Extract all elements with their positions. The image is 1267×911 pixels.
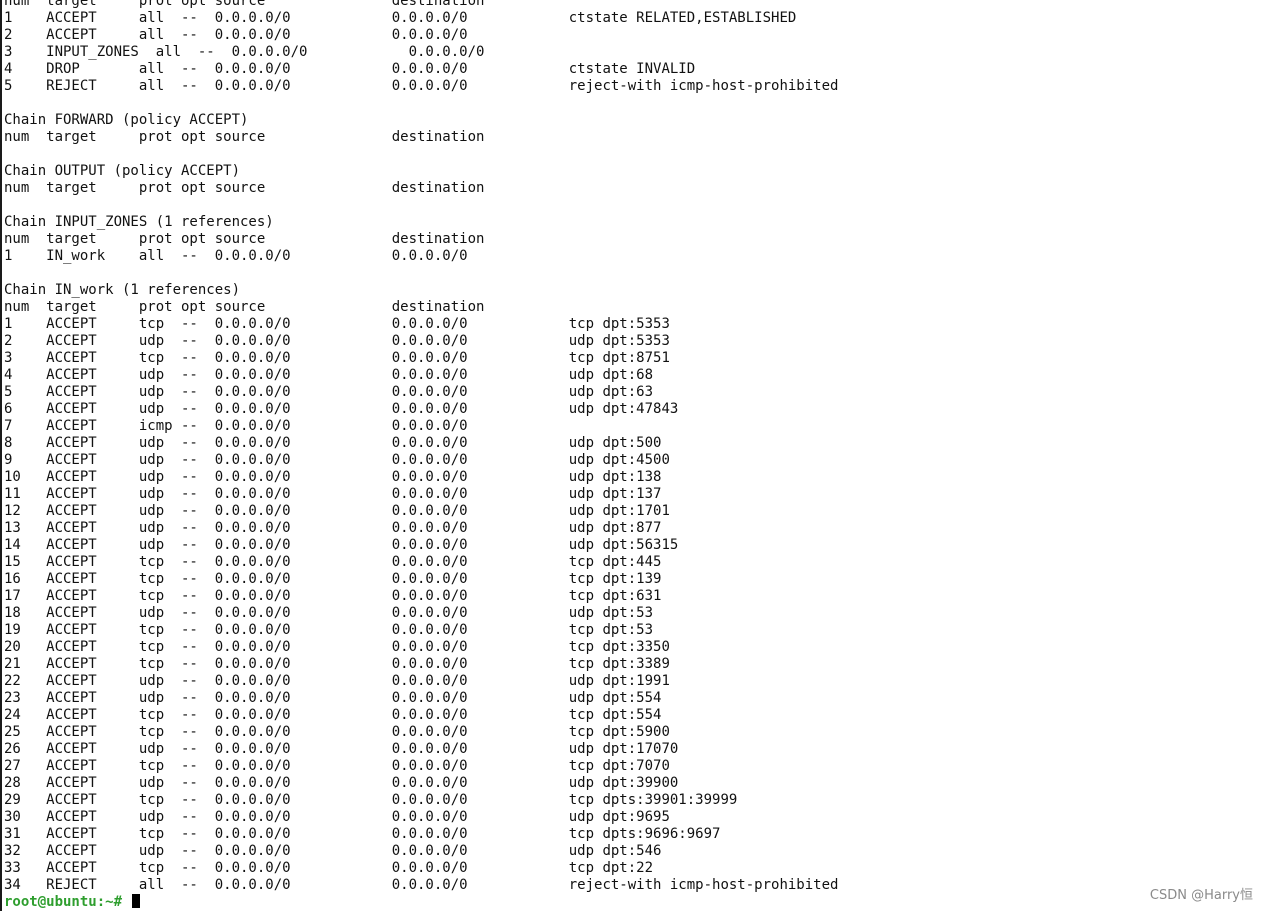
terminal-line: 2 ACCEPT udp -- 0.0.0.0/0 0.0.0.0/0 udp …: [4, 333, 670, 349]
terminal-line: 14 ACCEPT udp -- 0.0.0.0/0 0.0.0.0/0 udp…: [4, 537, 679, 553]
terminal-line: num target prot opt source destination: [4, 0, 485, 9]
terminal-line: 5 REJECT all -- 0.0.0.0/0 0.0.0.0/0 reje…: [4, 78, 839, 94]
terminal-output: num target prot opt source destination 1 …: [4, 0, 838, 911]
terminal-line: 4 ACCEPT udp -- 0.0.0.0/0 0.0.0.0/0 udp …: [4, 367, 654, 383]
terminal-line: 1 ACCEPT tcp -- 0.0.0.0/0 0.0.0.0/0 tcp …: [4, 316, 670, 332]
terminal-line: 8 ACCEPT udp -- 0.0.0.0/0 0.0.0.0/0 udp …: [4, 435, 662, 451]
terminal-line: num target prot opt source destination: [4, 180, 485, 196]
terminal-line: 30 ACCEPT udp -- 0.0.0.0/0 0.0.0.0/0 udp…: [4, 809, 670, 825]
terminal-line: 6 ACCEPT udp -- 0.0.0.0/0 0.0.0.0/0 udp …: [4, 401, 679, 417]
terminal-line: 19 ACCEPT tcp -- 0.0.0.0/0 0.0.0.0/0 tcp…: [4, 622, 654, 638]
terminal-line: 9 ACCEPT udp -- 0.0.0.0/0 0.0.0.0/0 udp …: [4, 452, 670, 468]
text-cursor: [132, 894, 141, 908]
terminal-line: 23 ACCEPT udp -- 0.0.0.0/0 0.0.0.0/0 udp…: [4, 690, 662, 706]
terminal-line: 16 ACCEPT tcp -- 0.0.0.0/0 0.0.0.0/0 tcp…: [4, 571, 662, 587]
terminal-line: 24 ACCEPT tcp -- 0.0.0.0/0 0.0.0.0/0 tcp…: [4, 707, 662, 723]
terminal-line: 22 ACCEPT udp -- 0.0.0.0/0 0.0.0.0/0 udp…: [4, 673, 670, 689]
terminal-line: 18 ACCEPT udp -- 0.0.0.0/0 0.0.0.0/0 udp…: [4, 605, 654, 621]
watermark: CSDN @Harry恒: [1149, 888, 1253, 903]
terminal-line: 3 INPUT_ZONES all -- 0.0.0.0/0 0.0.0.0/0: [4, 44, 485, 60]
terminal-line: 4 DROP all -- 0.0.0.0/0 0.0.0.0/0 ctstat…: [4, 61, 696, 77]
terminal-line: 33 ACCEPT tcp -- 0.0.0.0/0 0.0.0.0/0 tcp…: [4, 860, 654, 876]
terminal-line: Chain IN_work (1 references): [4, 282, 241, 298]
terminal-line: 2 ACCEPT all -- 0.0.0.0/0 0.0.0.0/0: [4, 27, 468, 43]
terminal-line: 7 ACCEPT icmp -- 0.0.0.0/0 0.0.0.0/0: [4, 418, 468, 434]
terminal-line: 3 ACCEPT tcp -- 0.0.0.0/0 0.0.0.0/0 tcp …: [4, 350, 670, 366]
terminal-line: 5 ACCEPT udp -- 0.0.0.0/0 0.0.0.0/0 udp …: [4, 384, 654, 400]
terminal-line: 31 ACCEPT tcp -- 0.0.0.0/0 0.0.0.0/0 tcp…: [4, 826, 721, 842]
terminal-line: 26 ACCEPT udp -- 0.0.0.0/0 0.0.0.0/0 udp…: [4, 741, 679, 757]
terminal-line: Chain INPUT_ZONES (1 references): [4, 214, 274, 230]
terminal-line: 11 ACCEPT udp -- 0.0.0.0/0 0.0.0.0/0 udp…: [4, 486, 662, 502]
terminal-line: 27 ACCEPT tcp -- 0.0.0.0/0 0.0.0.0/0 tcp…: [4, 758, 670, 774]
terminal-line: 1 IN_work all -- 0.0.0.0/0 0.0.0.0/0: [4, 248, 468, 264]
terminal-line: 15 ACCEPT tcp -- 0.0.0.0/0 0.0.0.0/0 tcp…: [4, 554, 662, 570]
terminal-line: num target prot opt source destination: [4, 231, 485, 247]
terminal-line: 12 ACCEPT udp -- 0.0.0.0/0 0.0.0.0/0 udp…: [4, 503, 670, 519]
terminal-line: 17 ACCEPT tcp -- 0.0.0.0/0 0.0.0.0/0 tcp…: [4, 588, 662, 604]
terminal-line: 21 ACCEPT tcp -- 0.0.0.0/0 0.0.0.0/0 tcp…: [4, 656, 670, 672]
terminal-line: 1 ACCEPT all -- 0.0.0.0/0 0.0.0.0/0 ctst…: [4, 10, 797, 26]
terminal-line: 28 ACCEPT udp -- 0.0.0.0/0 0.0.0.0/0 udp…: [4, 775, 679, 791]
shell-prompt: root@ubuntu:~#: [4, 894, 131, 910]
terminal-line: Chain FORWARD (policy ACCEPT): [4, 112, 249, 128]
terminal-line: 20 ACCEPT tcp -- 0.0.0.0/0 0.0.0.0/0 tcp…: [4, 639, 670, 655]
terminal-line: num target prot opt source destination: [4, 299, 485, 315]
terminal-line: 32 ACCEPT udp -- 0.0.0.0/0 0.0.0.0/0 udp…: [4, 843, 662, 859]
terminal-line: 29 ACCEPT tcp -- 0.0.0.0/0 0.0.0.0/0 tcp…: [4, 792, 738, 808]
terminal-line: 13 ACCEPT udp -- 0.0.0.0/0 0.0.0.0/0 udp…: [4, 520, 662, 536]
prompt-line[interactable]: root@ubuntu:~#: [4, 894, 838, 911]
terminal-line: num target prot opt source destination: [4, 129, 485, 145]
terminal-line: Chain OUTPUT (policy ACCEPT): [4, 163, 241, 179]
terminal-line: 25 ACCEPT tcp -- 0.0.0.0/0 0.0.0.0/0 tcp…: [4, 724, 670, 740]
terminal-line: 34 REJECT all -- 0.0.0.0/0 0.0.0.0/0 rej…: [4, 877, 839, 893]
terminal-line: 10 ACCEPT udp -- 0.0.0.0/0 0.0.0.0/0 udp…: [4, 469, 662, 485]
terminal-window[interactable]: num target prot opt source destination 1 …: [0, 0, 1267, 911]
